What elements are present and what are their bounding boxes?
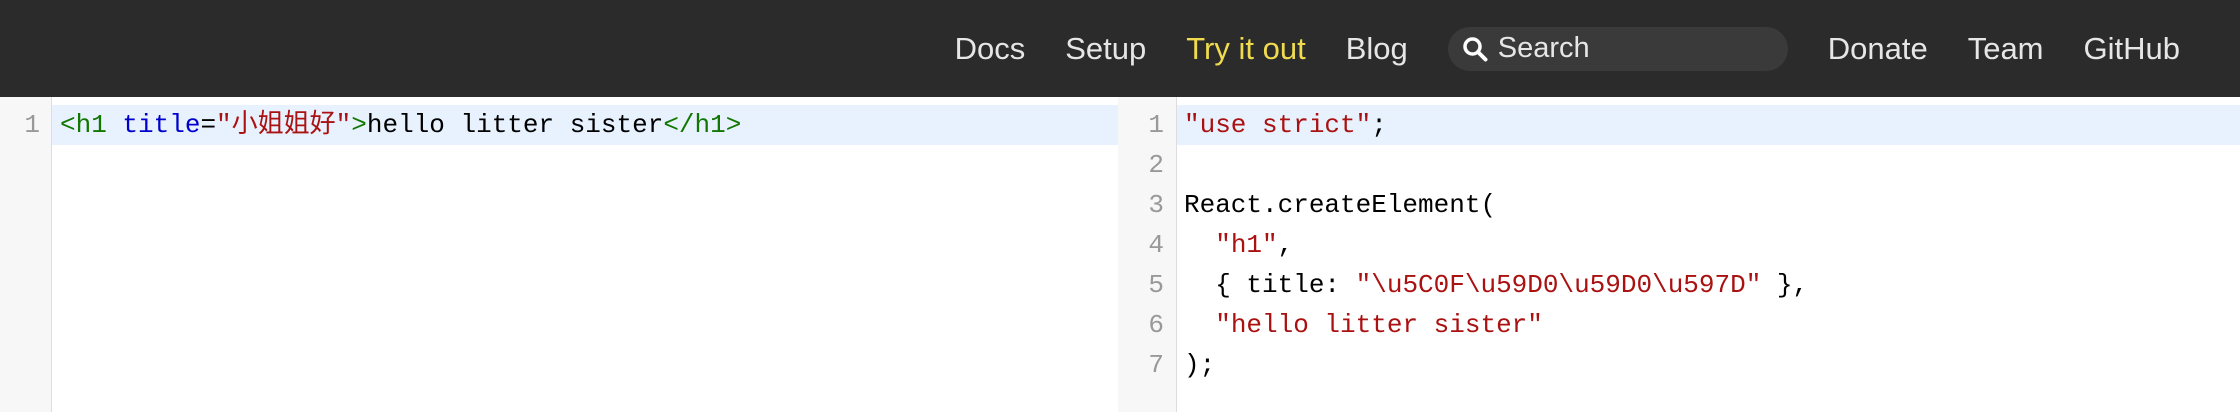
line-number: 1 xyxy=(1148,110,1164,140)
search-input[interactable] xyxy=(1497,32,1768,65)
search-icon xyxy=(1462,36,1488,61)
nav-team[interactable]: Team xyxy=(1968,31,2044,67)
line-number: 2 xyxy=(1148,150,1164,180)
line-number: 6 xyxy=(1148,310,1164,340)
code-text: ); xyxy=(1184,345,1215,385)
nav-try-it-out[interactable]: Try it out xyxy=(1186,31,1305,67)
code-token-plain: = xyxy=(200,110,217,140)
line-number: 7 xyxy=(1148,350,1164,380)
nav-github[interactable]: GitHub xyxy=(2084,31,2180,67)
main-nav: Docs Setup Try it out Blog Donate Team G… xyxy=(915,0,2180,97)
code-token-attr: title xyxy=(122,110,201,140)
code-token-tag: <h1 xyxy=(60,110,107,140)
code-token-str: "小姐姐好" xyxy=(216,110,352,140)
code-token-plain: }, xyxy=(1761,270,1809,300)
nav-docs[interactable]: Docs xyxy=(955,31,1026,67)
code-token-plain: , xyxy=(1277,230,1294,260)
code-token-str: "h1" xyxy=(1215,230,1278,260)
code-text: <h1 title="小姐姐好">hello litter sister</h1… xyxy=(60,105,741,145)
input-editor[interactable]: 1 <h1 title="小姐姐好">hello litter sister</h… xyxy=(0,97,1118,412)
code-token-str: "\u5C0F\u59D0\u59D0\u597D" xyxy=(1355,270,1762,300)
line-number: 5 xyxy=(1148,270,1164,300)
code-text: "use strict"; xyxy=(1184,105,1387,145)
line-number: 4 xyxy=(1148,230,1164,260)
code-token-plain: ); xyxy=(1184,350,1216,380)
code-token-str: "hello litter sister" xyxy=(1215,310,1543,340)
code-text: "hello litter sister" xyxy=(1184,305,1543,345)
line-number: 3 xyxy=(1148,190,1164,220)
code-token-str: "use strict" xyxy=(1184,110,1372,140)
output-editor[interactable]: 1 "use strict"; 2 3 React.createElement( 4 "h… xyxy=(1118,97,2240,412)
search-box[interactable] xyxy=(1447,26,1788,71)
code-token-tag: > xyxy=(351,110,367,140)
code-text: React.createElement( xyxy=(1184,185,1496,225)
line-number: 1 xyxy=(24,110,40,140)
code-token-plain: ; xyxy=(1371,110,1387,140)
code-token-plain: { title: xyxy=(1184,270,1356,300)
code-text: { title: "\u5C0F\u59D0\u59D0\u597D" }, xyxy=(1184,265,1808,305)
nav-setup[interactable]: Setup xyxy=(1065,31,1146,67)
nav-donate[interactable]: Donate xyxy=(1828,31,1928,67)
nav-blog[interactable]: Blog xyxy=(1346,31,1408,67)
code-token-plain: React.createElement( xyxy=(1184,190,1497,220)
top-navbar: Docs Setup Try it out Blog Donate Team G… xyxy=(0,0,2240,97)
code-token-plain: hello litter sister xyxy=(366,110,664,140)
code-token-tag: </h1> xyxy=(663,110,742,140)
code-text: "h1", xyxy=(1184,225,1293,265)
